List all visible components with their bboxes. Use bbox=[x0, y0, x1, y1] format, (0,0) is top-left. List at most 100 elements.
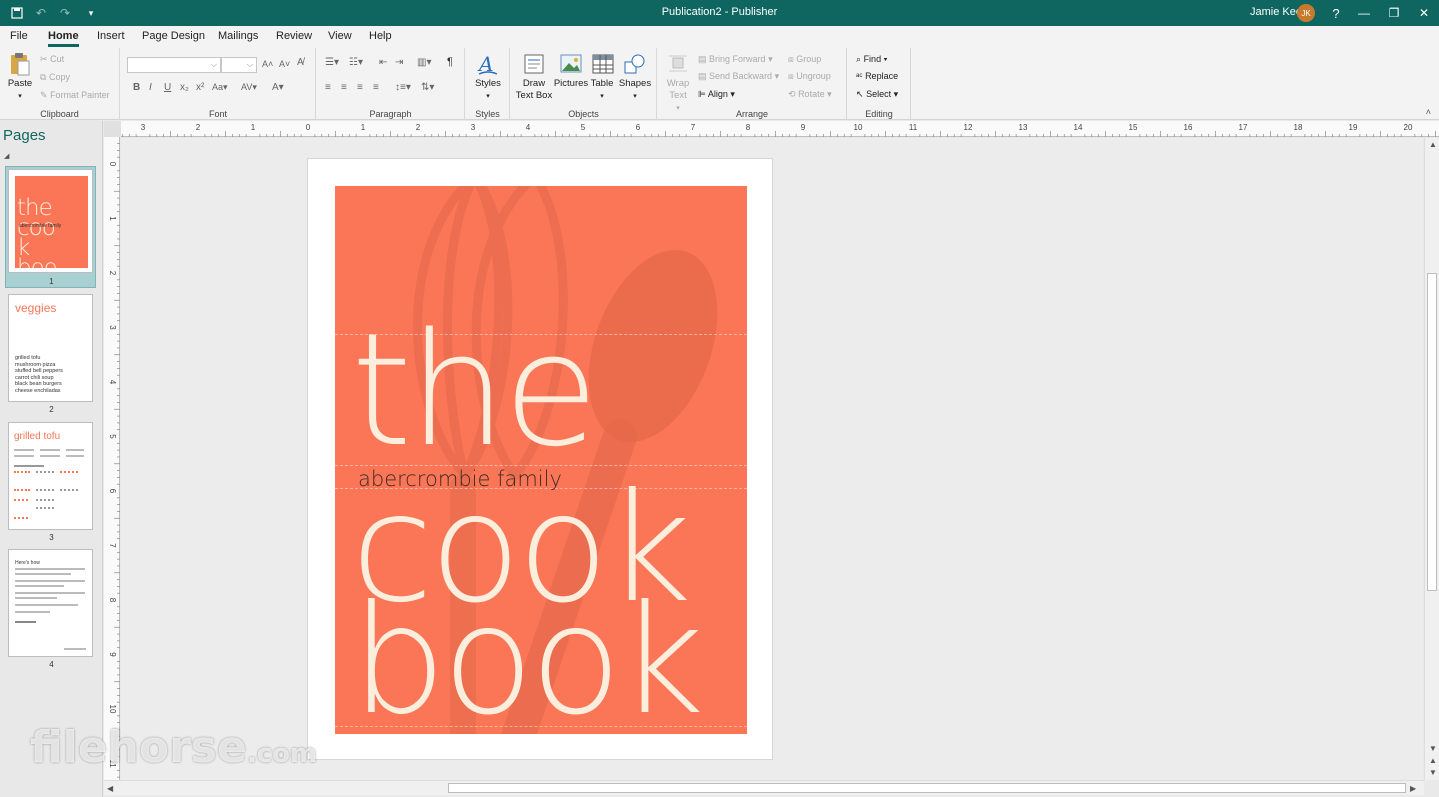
align-left-icon[interactable]: ≡ bbox=[325, 82, 331, 93]
ruler-label: 9 bbox=[801, 123, 806, 132]
restore-icon[interactable]: ❐ bbox=[1379, 0, 1409, 26]
chevron-down-icon: ⌵ bbox=[210, 60, 217, 69]
ruler-label: 20 bbox=[1404, 123, 1413, 132]
tab-mailings[interactable]: Mailings bbox=[218, 30, 258, 42]
increase-indent-icon[interactable]: ⇥ bbox=[395, 57, 403, 68]
horizontal-scroll-thumb[interactable] bbox=[448, 783, 1406, 793]
minimize-icon[interactable]: — bbox=[1349, 0, 1379, 26]
vertical-scroll-thumb[interactable] bbox=[1427, 273, 1437, 591]
tab-view[interactable]: View bbox=[328, 30, 352, 42]
decrease-indent-icon[interactable]: ⇤ bbox=[379, 57, 387, 68]
cover-background[interactable]: the abercrombie family cook book bbox=[335, 186, 747, 734]
help-icon[interactable]: ? bbox=[1321, 0, 1351, 26]
columns-icon[interactable]: ▥▾ bbox=[417, 57, 431, 68]
font-size-dropdown[interactable]: ⌵ bbox=[221, 57, 257, 73]
tab-help[interactable]: Help bbox=[369, 30, 392, 42]
tab-insert[interactable]: Insert bbox=[97, 30, 125, 42]
align-button[interactable]: ⊫ Align ▾ bbox=[698, 89, 735, 100]
collapse-ribbon-icon[interactable]: ˄ bbox=[1426, 107, 1431, 117]
show-formatting-icon[interactable]: ¶ bbox=[447, 56, 453, 68]
workspace-canvas[interactable]: the abercrombie family cook book bbox=[121, 138, 1423, 780]
clipboard-label: Clipboard bbox=[40, 109, 79, 119]
bring-forward-button[interactable]: ▤ Bring Forward ▾ bbox=[698, 54, 773, 65]
paragraph-label: Paragraph bbox=[369, 109, 412, 119]
page-thumbnail-3[interactable]: grilled tofu bbox=[8, 422, 93, 530]
replace-button[interactable]: ᵃᶜ Replace bbox=[856, 71, 898, 81]
ruler-label: 5 bbox=[108, 434, 117, 439]
picture-icon bbox=[557, 52, 585, 76]
justify-icon[interactable]: ≡ bbox=[373, 82, 379, 93]
page-thumbnail-1[interactable]: the cook book abercrombie family bbox=[8, 169, 93, 273]
tab-home[interactable]: Home bbox=[48, 30, 79, 47]
ruler-label: 14 bbox=[1074, 123, 1083, 132]
scroll-down-icon[interactable]: ▼ bbox=[1429, 744, 1437, 753]
table-button[interactable]: Table ▾ bbox=[589, 52, 615, 103]
format-painter-button[interactable]: ✎ Format Painter bbox=[40, 90, 110, 101]
font-label: Font bbox=[208, 109, 227, 119]
bullets-icon[interactable]: ☰▾ bbox=[325, 57, 339, 68]
vertical-scrollbar[interactable]: ▲ ▼ ▲ ▼ bbox=[1424, 138, 1439, 780]
horizontal-ruler[interactable]: 3 2 1 0 1 2 3 4 5 6 7 8 9 10 11 12 13 14 15 16 17 18 19 20 bbox=[121, 121, 1439, 137]
paste-button[interactable]: Paste ▾ bbox=[4, 52, 36, 103]
table-icon bbox=[589, 52, 617, 76]
scroll-left-icon[interactable]: ◀ bbox=[107, 784, 113, 793]
align-center-icon[interactable]: ≡ bbox=[341, 82, 347, 93]
shapes-button[interactable]: Shapes ▾ bbox=[617, 52, 653, 103]
styles-button[interactable]: A Styles ▾ bbox=[470, 52, 506, 103]
ruler-label: 3 bbox=[141, 123, 146, 132]
cut-button[interactable]: ✂ Cut bbox=[40, 54, 64, 65]
copy-button[interactable]: ⧉ Copy bbox=[40, 72, 70, 83]
find-button[interactable]: ⌕ Find ▾ bbox=[856, 54, 887, 65]
font-color-icon[interactable]: A▾ bbox=[272, 82, 284, 93]
draw-text-box-button[interactable]: Draw Text Box bbox=[514, 52, 554, 102]
clipboard-group: Paste ▾ ✂ Cut ⧉ Copy ✎ Format Painter Cli… bbox=[0, 48, 120, 120]
ruler-label: 1 bbox=[108, 216, 117, 221]
superscript-icon[interactable]: x² bbox=[196, 82, 204, 93]
align-right-icon[interactable]: ≡ bbox=[357, 82, 363, 93]
change-case-icon[interactable]: Aa▾ bbox=[212, 82, 228, 93]
subscript-icon[interactable]: x₂ bbox=[180, 82, 189, 93]
close-icon[interactable]: ✕ bbox=[1409, 0, 1439, 26]
previous-page-icon[interactable]: ▲ bbox=[1429, 756, 1437, 765]
publication-page[interactable]: the abercrombie family cook book bbox=[307, 158, 773, 760]
shrink-font-icon[interactable]: A˅ bbox=[279, 59, 290, 69]
send-backward-button[interactable]: ▤ Send Backward ▾ bbox=[698, 71, 779, 82]
grow-font-icon[interactable]: A˄ bbox=[262, 59, 273, 69]
tab-review[interactable]: Review bbox=[276, 30, 312, 42]
page-thumbnail-4[interactable]: Here's how bbox=[8, 549, 93, 657]
scroll-up-icon[interactable]: ▲ bbox=[1429, 140, 1437, 149]
numbering-icon[interactable]: ☷▾ bbox=[349, 57, 363, 68]
bold-icon[interactable]: B bbox=[133, 82, 140, 93]
paragraph-spacing-icon[interactable]: ⇅▾ bbox=[421, 82, 434, 93]
avatar[interactable]: JK bbox=[1297, 4, 1315, 22]
scroll-right-icon[interactable]: ▶ bbox=[1410, 784, 1416, 793]
cover-word-book[interactable]: book bbox=[351, 586, 705, 734]
collapse-pane-icon[interactable]: ◢ bbox=[4, 152, 9, 160]
italic-icon[interactable]: I bbox=[149, 82, 152, 93]
brush-icon: ✎ bbox=[40, 90, 48, 100]
tab-file[interactable]: File bbox=[10, 30, 28, 42]
character-spacing-icon[interactable]: AV▾ bbox=[241, 82, 257, 93]
ungroup-button[interactable]: ⧈ Ungroup bbox=[788, 71, 831, 82]
group-button[interactable]: ⧈ Group bbox=[788, 54, 821, 65]
select-button[interactable]: ↖ Select ▾ bbox=[856, 89, 898, 100]
horizontal-scrollbar[interactable]: ◀ ▶ bbox=[104, 780, 1424, 795]
underline-icon[interactable]: U bbox=[164, 82, 171, 93]
tab-page-design[interactable]: Page Design bbox=[142, 30, 205, 42]
filehorse-watermark: filehorse.com bbox=[30, 722, 318, 773]
title-bar: ↶ ↷ ▾ Publication2 - Publisher Jamie Kee… bbox=[0, 0, 1439, 26]
page-thumbnail-2[interactable]: veggies grilled tofu mushroom pizza stuf… bbox=[8, 294, 93, 402]
cover-word-the[interactable]: the bbox=[351, 312, 599, 468]
bring-forward-icon: ▤ bbox=[698, 54, 707, 64]
wrap-text-button[interactable]: Wrap Text ▾ bbox=[662, 52, 694, 115]
font-group: ⌵ ⌵ A˄ A˅ A̸ B I U x₂ x² Aa▾ AV▾ A▾ Font bbox=[121, 48, 316, 120]
rotate-button[interactable]: ⟲ Rotate ▾ bbox=[788, 89, 832, 100]
line-spacing-icon[interactable]: ↕≡▾ bbox=[395, 82, 411, 93]
search-icon: ⌕ bbox=[856, 54, 862, 64]
pictures-button[interactable]: Pictures bbox=[553, 52, 589, 90]
page-number-3: 3 bbox=[49, 533, 54, 542]
next-page-icon[interactable]: ▼ bbox=[1429, 768, 1437, 777]
font-name-dropdown[interactable]: ⌵ bbox=[127, 57, 221, 73]
clear-formatting-icon[interactable]: A̸ bbox=[297, 57, 304, 68]
vertical-ruler[interactable]: 0 1 2 3 4 5 6 7 8 9 10 11 bbox=[104, 137, 120, 780]
